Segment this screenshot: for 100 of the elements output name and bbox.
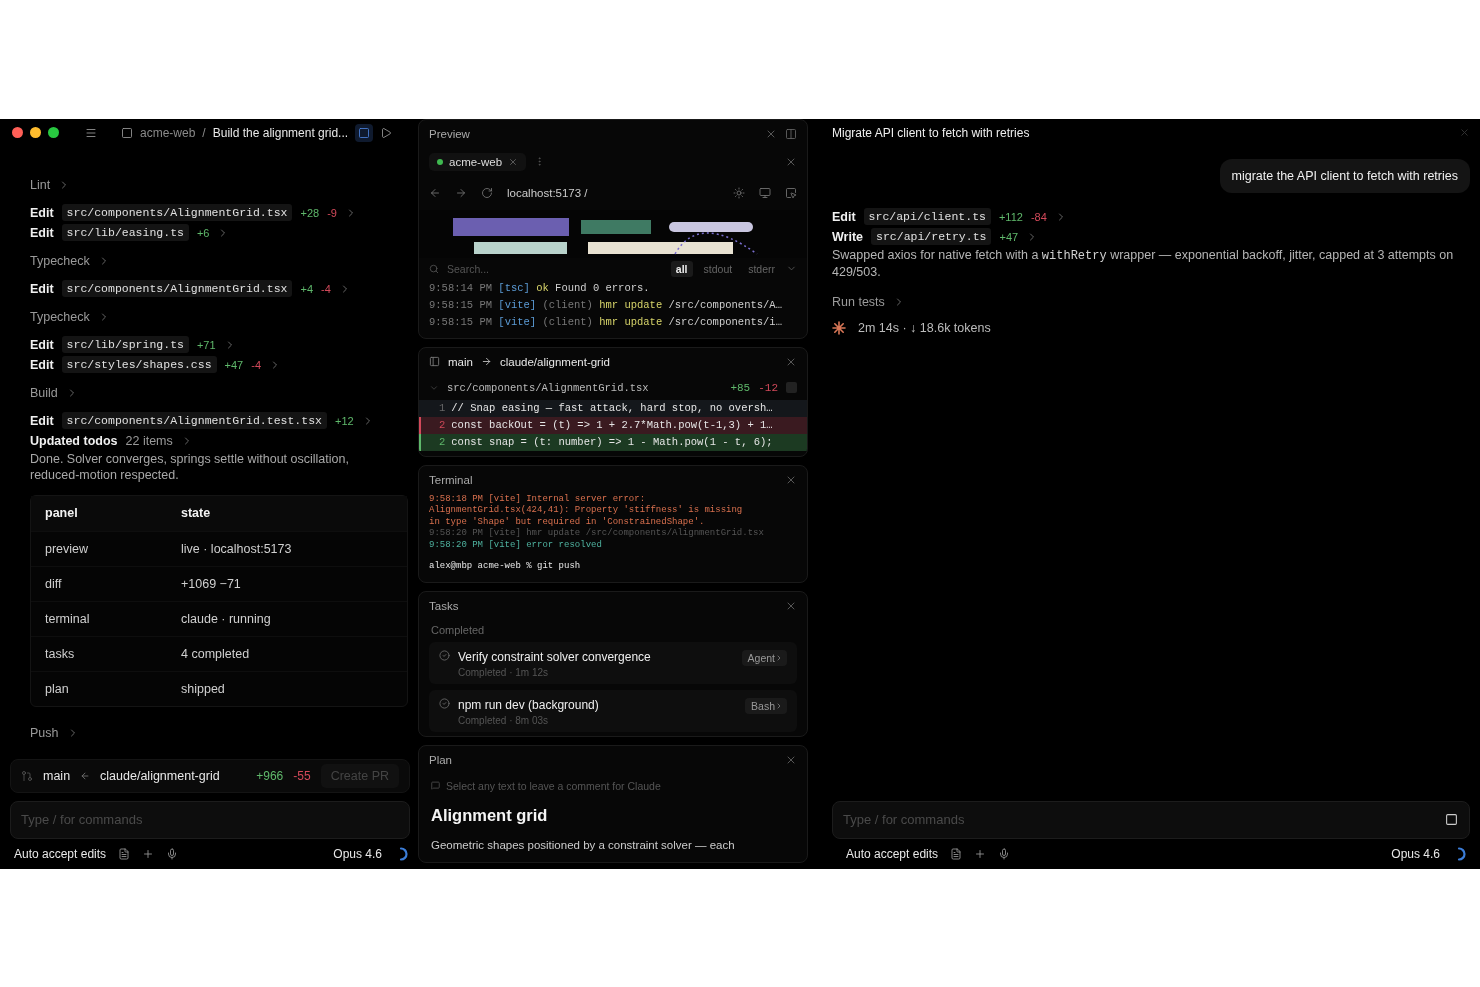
file-path[interactable]: src/api/retry.ts [871,228,992,245]
close-window-button[interactable] [12,127,23,138]
microphone-icon[interactable] [166,847,179,860]
edit-label: Edit [30,413,54,428]
back-icon[interactable] [429,186,441,199]
document-icon[interactable] [118,847,131,860]
breadcrumb-separator: / [202,125,206,140]
diff-file-path[interactable]: src/components/AlignmentGrid.tsx [447,381,723,394]
step-label[interactable]: Typecheck [30,309,90,324]
chevron-right-icon [775,653,783,662]
table-cell-text: plan [44,681,70,696]
arrow-right-icon [480,356,492,367]
minimize-window-button[interactable] [30,127,41,138]
user-message: migrate the API client to fetch with retries [1219,158,1470,193]
reload-icon[interactable] [481,186,493,199]
terminal-line: alex@mbp acme-web % git push [428,561,582,573]
check-circle-icon [439,697,450,709]
model-selector[interactable]: Opus 4.6 [1391,846,1440,861]
terminal-line: in type 'Shape' but required in 'ConstrainedShape'. [428,516,706,528]
table-cell-text: preview [44,541,90,556]
close-icon[interactable] [1459,127,1470,138]
base-branch: main [448,355,473,368]
removed-count: -4 [251,358,261,371]
share-button[interactable] [355,123,374,142]
file-path[interactable]: src/lib/easing.ts [61,224,189,241]
task-card[interactable]: npm run dev (background) Completed · 8m 03s Bash [429,689,797,732]
file-path[interactable]: src/components/AlignmentGrid.test.tsx [61,412,327,429]
command-input[interactable]: Type / for commands [832,800,1470,839]
log-filter-tab[interactable]: stdout [698,260,738,277]
removed-count: -12 [758,381,778,394]
comment-hint: Select any text to leave a comment for Claude [446,779,661,792]
auto-accept-toggle[interactable]: Auto accept edits [14,846,107,861]
panel-title: Tasks [429,599,459,612]
arrow-left-icon [80,770,91,781]
add-icon[interactable] [974,847,987,860]
section-label: Completed [430,622,486,638]
maximize-window-button[interactable] [48,127,59,138]
panel-title: Terminal [429,473,473,486]
edit-label: Edit [30,205,54,220]
layout-icon[interactable] [785,127,797,140]
step-label[interactable]: Lint [30,177,51,192]
task-type-badge[interactable]: Bash [745,697,787,714]
add-icon[interactable] [142,847,155,860]
model-selector[interactable]: Opus 4.6 [333,846,382,861]
url-field[interactable]: localhost:5173 / [507,186,719,199]
project-name[interactable]: acme-web [140,125,196,140]
task-card[interactable]: Verify constraint solver convergence Completed · 1m 12s Agent [429,641,797,684]
square-icon [358,126,371,139]
edit-label: Edit [30,337,54,352]
monitor-icon[interactable] [759,186,771,199]
step-label[interactable]: Run tests [832,294,885,309]
comment-icon [431,781,440,790]
document-icon[interactable] [950,847,963,860]
removed-count: -55 [293,768,311,783]
added-count: +4 [300,282,313,295]
log-filter-tab[interactable]: stderr [743,260,780,277]
inspect-icon[interactable] [785,186,797,199]
file-path[interactable]: src/styles/shapes.css [61,356,217,373]
play-icon[interactable] [380,126,393,139]
sparkle-icon [832,320,846,335]
session-title[interactable]: Build the alignment grid... [212,125,349,140]
todos-label[interactable]: Updated todos [30,433,118,448]
log-line: 9:58:15 PM [vite] (client) hmr update /src/components/A… [428,297,783,313]
terminal-line: 9:58:20 PM [vite] hmr update /src/components/AlignmentGrid.tsx [428,528,765,540]
task-title: npm run dev (background) [458,697,600,712]
sidebar-icon[interactable] [429,356,440,367]
pull-request-icon [21,769,33,782]
removed-count: -84 [1030,210,1047,223]
task-meta: Completed · 1m 12s [458,666,550,678]
log-search-field[interactable]: Search... [445,261,665,276]
file-path[interactable]: src/components/AlignmentGrid.tsx [61,204,293,221]
added-count: +47 [999,230,1019,243]
file-path[interactable]: src/lib/spring.ts [61,336,189,353]
menu-icon[interactable] [85,126,97,139]
table-cell-text: +1069 −71 [180,576,242,591]
command-input[interactable]: Type / for commands [10,800,410,839]
file-path[interactable]: src/components/AlignmentGrid.tsx [61,280,293,297]
stop-icon[interactable] [1445,812,1458,826]
sun-icon[interactable] [733,186,745,199]
added-count: +966 [256,768,284,783]
file-path[interactable]: src/api/client.ts [863,208,991,225]
close-icon[interactable] [508,156,519,167]
edit-label: Edit [30,281,54,296]
viewed-checkbox[interactable] [786,382,797,393]
auto-accept-toggle[interactable]: Auto accept edits [846,846,939,861]
table-cell-text: claude · running [180,611,272,626]
step-label[interactable]: Build [30,385,58,400]
browser-tab[interactable]: acme-web [429,152,527,171]
step-label[interactable]: Push [30,725,59,740]
edit-label: Edit [832,209,856,224]
terminal-line: AlignmentGrid.tsx(424,41): Property 'stiffness' is missing [428,505,744,517]
step-label[interactable]: Typecheck [30,253,90,268]
log-filter-tab[interactable]: all [670,260,693,277]
microphone-icon[interactable] [998,847,1011,860]
search-icon [429,263,439,274]
forward-icon[interactable] [455,186,467,199]
chevron-right-icon [775,701,783,710]
column-header: panel [44,506,79,520]
added-count: +85 [730,381,751,394]
task-type-badge[interactable]: Agent [741,649,787,666]
